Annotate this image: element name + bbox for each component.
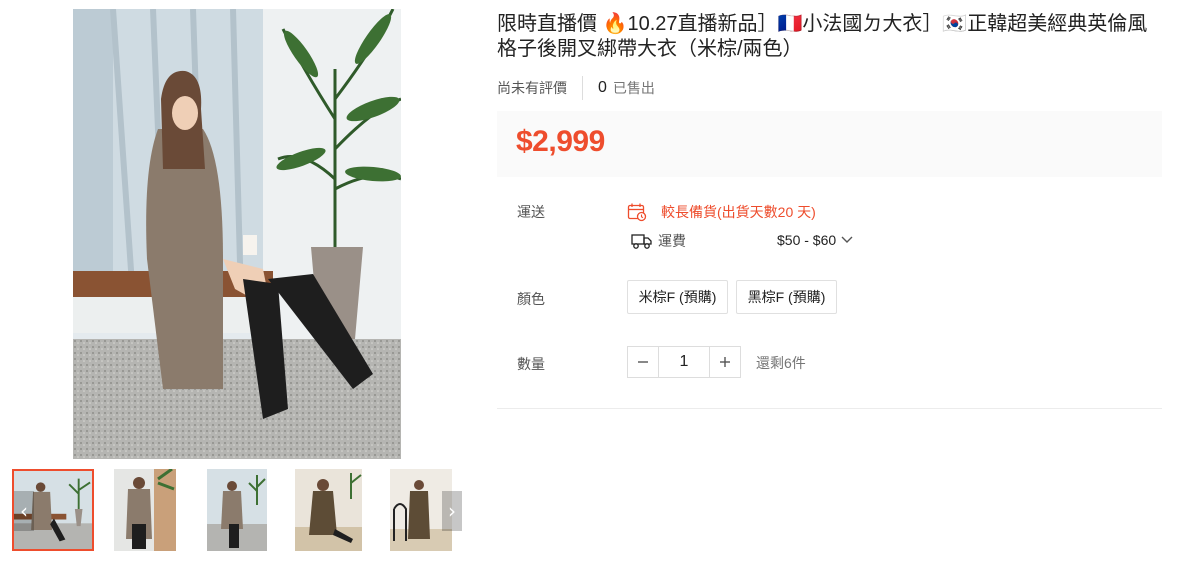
thumbnail-prev-button[interactable]: ‹	[14, 491, 34, 531]
quantity-input[interactable]: 1	[659, 346, 709, 378]
quantity-increase-button[interactable]	[709, 346, 741, 378]
minus-icon	[638, 361, 648, 363]
sold-label: 已售出	[612, 80, 655, 96]
quantity-decrease-button[interactable]	[627, 346, 659, 378]
product-price: $2,999	[516, 125, 605, 158]
shipping-fee-range: $50 - $60	[777, 232, 837, 248]
color-label: 顏色	[517, 291, 545, 307]
stock-remaining: 還剩6件	[756, 355, 806, 371]
shipping-fee-dropdown[interactable]: $50 - $60	[777, 232, 854, 248]
quantity-label: 數量	[517, 356, 545, 372]
thumbnail-2[interactable]	[114, 469, 176, 551]
chevron-right-icon: ›	[448, 499, 456, 523]
section-divider	[497, 408, 1162, 409]
product-page: ‹ › 限時直播價 🔥10.27直播新品］🇫🇷小法國ㄉ大衣］🇰🇷正韓超美經典英倫…	[0, 0, 1180, 564]
product-title: 限時直播價 🔥10.27直播新品］🇫🇷小法國ㄉ大衣］🇰🇷正韓超美經典英倫風格子後…	[497, 13, 1148, 60]
color-option-black-brown[interactable]: 黑棕F (預購)	[736, 280, 837, 314]
divider	[582, 76, 583, 100]
thumbnail-next-button[interactable]: ›	[442, 491, 462, 531]
thumbnail-3[interactable]	[207, 469, 267, 551]
price-box: $2,999	[497, 111, 1162, 177]
thumbnail-4[interactable]	[295, 469, 362, 551]
thumbnail-strip: ‹ ›	[12, 469, 464, 551]
shipping-label: 運送	[517, 204, 545, 220]
shipping-warning-text: 較長備貨(出貨天數20 天)	[661, 204, 816, 220]
shipping-fee: 運費	[631, 231, 686, 251]
color-option-beige-brown[interactable]: 米棕F (預購)	[627, 280, 728, 314]
rating-sold-bar: 尚未有評價 0 已售出	[497, 76, 655, 100]
main-product-image[interactable]	[73, 9, 401, 459]
plus-icon	[720, 357, 730, 367]
shipping-fee-label: 運費	[658, 233, 686, 249]
chevron-down-icon	[841, 236, 853, 243]
sold-count: 0	[598, 79, 607, 96]
rating-text: 尚未有評價	[497, 80, 567, 96]
calendar-clock-icon	[627, 203, 647, 222]
truck-icon	[631, 234, 652, 249]
chevron-left-icon: ‹	[20, 499, 28, 523]
shipping-warning: 較長備貨(出貨天數20 天)	[627, 202, 816, 222]
quantity-stepper: 1	[627, 346, 741, 378]
